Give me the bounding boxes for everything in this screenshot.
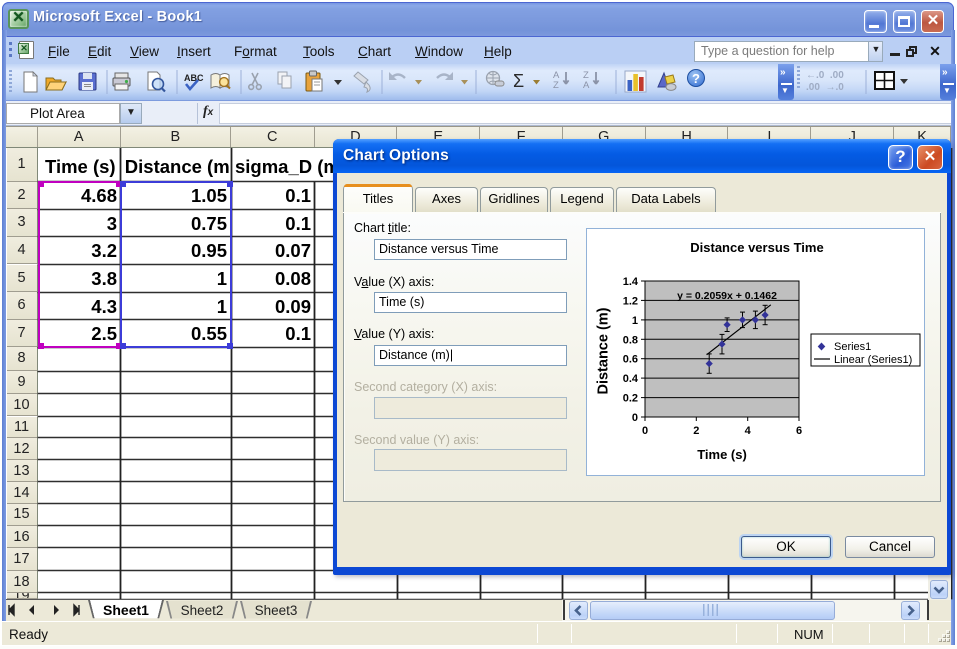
svg-text:Linear (Series1): Linear (Series1) [834, 354, 912, 366]
svg-text:y = 0.2059x + 0.1462: y = 0.2059x + 0.1462 [677, 290, 777, 302]
svg-text:1.4: 1.4 [623, 276, 639, 288]
svg-text:0: 0 [642, 425, 648, 437]
svg-text:1: 1 [632, 315, 638, 327]
svg-text:0: 0 [632, 412, 638, 424]
svg-text:0.6: 0.6 [623, 354, 638, 366]
svg-text:0.2: 0.2 [623, 393, 638, 405]
svg-text:Distance versus Time: Distance versus Time [690, 240, 823, 255]
svg-text:Series1: Series1 [834, 341, 871, 353]
svg-text:Time (s): Time (s) [697, 447, 747, 462]
svg-text:4: 4 [745, 425, 752, 437]
svg-text:2: 2 [693, 425, 699, 437]
svg-text:1.2: 1.2 [623, 295, 638, 307]
svg-text:0.8: 0.8 [623, 334, 638, 346]
svg-text:Distance (m): Distance (m) [596, 307, 612, 394]
svg-text:0.4: 0.4 [623, 373, 639, 385]
svg-text:6: 6 [796, 425, 802, 437]
